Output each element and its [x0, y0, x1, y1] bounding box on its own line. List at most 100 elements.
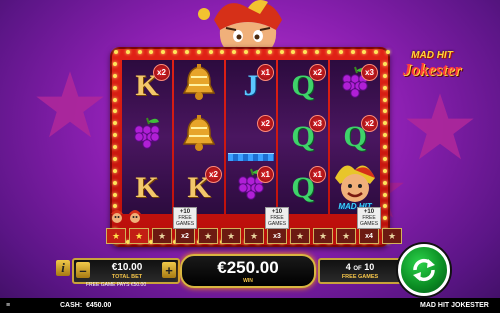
free-games-panel: 4 OF 10 FREE GAMES: [318, 258, 402, 284]
reel-grid: Kx2 K Kx2 Jx1 x2 x1 Qx2 Qx3 Qx1 x3 Qx2 MAD HIT: [122, 60, 380, 214]
trail-multiplier: x3: [273, 232, 281, 240]
bet-panel: – €10.00 TOTAL BET +: [72, 258, 180, 284]
star-icon: ★: [157, 230, 167, 241]
frame-bulb: [208, 50, 213, 54]
reel-cell: [174, 60, 224, 111]
multiplier-badge: x1: [257, 166, 274, 183]
plus-icon: +: [165, 262, 173, 278]
multiplier-badge: x2: [205, 166, 222, 183]
win-panel: €250.00 WIN: [180, 254, 316, 288]
reel-cell: K: [122, 162, 172, 213]
trail-free-games-box: x2 +10 FREE GAMES: [173, 207, 197, 244]
frame-bulb: [383, 192, 387, 197]
bet-minus-button[interactable]: –: [76, 262, 90, 278]
reel-cell: Qx3: [278, 111, 328, 162]
reel-2: Kx2: [174, 60, 224, 214]
bell-icon: [179, 63, 219, 108]
reel-cell: x1: [226, 162, 276, 213]
reel-5: x3 Qx2 MAD HIT: [330, 60, 380, 214]
menu-icon[interactable]: ≡: [6, 302, 10, 309]
star-icon: ★: [249, 230, 259, 241]
frame-bulb: [113, 85, 117, 90]
multiplier-badge: x1: [309, 166, 326, 183]
reel-cell: MAD HIT: [330, 162, 380, 213]
trail-star: ★: [290, 228, 310, 244]
frame-bulb: [350, 50, 355, 54]
frame-bulb: [383, 97, 387, 102]
bell-icon: [179, 114, 219, 159]
trail-star: ★: [244, 228, 264, 244]
mini-jester-icon: [128, 208, 142, 226]
trail-star-lit: ★: [129, 228, 149, 244]
star-icon: ★: [295, 230, 305, 241]
star-icon: ★: [341, 230, 351, 241]
reel-3: Jx1 x2 x1: [226, 60, 276, 214]
win-value: €250.00: [217, 258, 279, 277]
bet-plus-button[interactable]: +: [162, 262, 176, 278]
frame-bulb: [383, 73, 387, 78]
reel-cell: [122, 111, 172, 162]
frame-bulb: [113, 73, 117, 78]
multiplier-badge: x2: [153, 64, 170, 81]
total-bet-value: €10.00: [111, 262, 143, 273]
flag-games: GAMES: [359, 221, 379, 227]
frame-bulb: [386, 50, 390, 54]
status-bar: ≡ CASH: €450.00 MAD HIT JOKESTER: [0, 298, 500, 313]
star-icon: ★: [111, 230, 121, 241]
frame-bulb: [113, 97, 117, 102]
frame-bulb: [383, 180, 387, 185]
multiplier-badge: x1: [257, 64, 274, 81]
star-icon: ★: [318, 230, 328, 241]
frame-bulb: [383, 61, 387, 66]
info-icon: i: [61, 260, 65, 275]
frame-bulb: [255, 50, 260, 54]
flag-games: GAMES: [175, 221, 195, 227]
trail-free-games-box: x3 +10 FREE GAMES: [265, 207, 289, 244]
frame-bulb: [338, 50, 343, 54]
star-icon: ★: [387, 230, 397, 241]
frame-bulb: [114, 50, 118, 54]
reel-cell: Qx1: [278, 162, 328, 213]
minus-icon: –: [79, 262, 87, 278]
frame-bulb: [113, 192, 117, 197]
cash-label: CASH:: [60, 302, 83, 309]
logo-bottom-text: Jokester: [402, 60, 462, 79]
frame-bulb: [113, 145, 117, 149]
reel-cell: Kx2: [122, 60, 172, 111]
trail-star: ★: [221, 228, 241, 244]
free-games-current: 4: [345, 262, 351, 272]
star-icon: ★: [226, 230, 236, 241]
trail-star-lit: ★: [106, 228, 126, 244]
frame-bulb: [113, 180, 117, 185]
frame-bulb: [383, 85, 387, 90]
trail-star: ★: [313, 228, 333, 244]
frame-bulb: [125, 50, 130, 54]
frame-bulb: [383, 168, 387, 173]
spin-button[interactable]: [398, 244, 450, 296]
free-games-counter: 4 OF 10: [320, 262, 400, 272]
free-game-pays-text: FREE GAME PAYS €50.00: [86, 282, 147, 288]
cash-value: €450.00: [86, 302, 112, 309]
star-icon: ★: [203, 230, 213, 241]
total-bet-label: TOTAL BET: [111, 274, 143, 280]
spin-arrows-icon: [413, 258, 435, 282]
frame-bulb: [137, 50, 142, 54]
game-title: MAD HIT JOKESTER: [420, 302, 489, 309]
frame-bulb: [383, 145, 387, 149]
info-button[interactable]: i: [56, 260, 70, 276]
reel-cell: Kx2: [174, 162, 224, 213]
reel-4: Qx2 Qx3 Qx1: [278, 60, 328, 214]
frame-bulb: [267, 50, 272, 54]
mini-jester-icon: [110, 208, 124, 226]
reel-cell: [174, 111, 224, 162]
trail-multiplier: x4: [365, 232, 373, 240]
trail-free-games-box: x4 +10 FREE GAMES: [357, 207, 381, 244]
water-wave-icon: [228, 153, 274, 161]
grapes-icon: [129, 116, 165, 157]
free-games-total: 10: [364, 262, 375, 272]
multiplier-badge: x2: [257, 115, 274, 132]
frame-bulb: [113, 156, 117, 161]
symbol-k: K: [135, 170, 159, 204]
frame-bulb: [196, 50, 201, 54]
multiplier-badge: x2: [309, 64, 326, 81]
